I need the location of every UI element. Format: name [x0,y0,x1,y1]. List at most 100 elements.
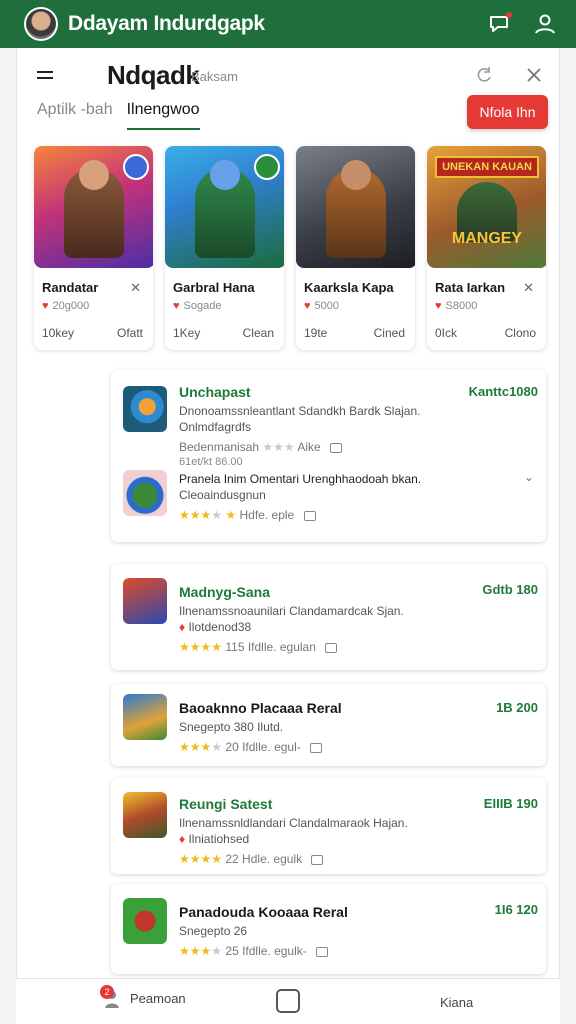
avatar[interactable] [24,7,58,41]
item-rating: ★★★★ 115 Ifdlle. egulan [179,640,338,654]
refresh-icon[interactable] [473,64,495,86]
featured-card[interactable]: Kaarksla Kapa ♥ 5000 19te Cined [296,146,415,350]
item-title: Reungi Satest [179,796,273,812]
list-item[interactable]: Unchapast Kanttc1080 Dnonoamssnleantlant… [123,384,538,464]
close-icon[interactable]: ✕ [130,280,141,296]
star-rating: ★★★★ [179,740,223,754]
featured-right-stat: Cined [373,326,405,340]
square-icon [276,989,300,1013]
item-price: EIIIB 190 [483,796,538,811]
featured-left-stat: 0Ick [435,326,458,340]
featured-left-stat: 19te [304,326,328,340]
featured-meta-value: S8000 [445,300,478,312]
tab-bar: Aptilk -bah Ilnengwoo [37,98,214,132]
list-card[interactable]: Reungi Satest EIIIB 190 Ilnenamssnldland… [111,778,546,874]
notification-dot [506,12,512,18]
app-bar: Ddayam Indurdgapk [0,0,576,48]
list-item[interactable]: Panadouda Kooaaa Reral 1I6 120 Snegepto … [123,896,538,966]
item-description: Ilnenamssnoaunilari Clandamardcak Sjan. [179,604,404,618]
item-rating: ★★★★ 25 Ifdlle. egulk- [179,944,329,958]
star-rating: ★★★★ [179,852,223,866]
item-title: Baoaknno Placaaa Reral [179,700,342,716]
badge-icon [330,442,343,453]
game-art [34,146,153,268]
item-title: Madnyg-Sana [179,584,271,600]
star-rating: ★★★★ [179,640,223,654]
tab-aptilk[interactable]: Aptilk -bah [37,98,113,130]
bottom-navigation: 2 Peamoan Kiana [16,978,560,1024]
nav-badge: 2 [100,985,114,999]
item-rating: ★★★★ ★ Hdfe. eple [179,508,316,522]
item-price: 1B 200 [496,700,538,715]
featured-card[interactable]: Garbral Hana ♥ Sogade 1Key Clean [165,146,284,350]
item-title: Panadouda Kooaaa Reral [179,904,348,920]
main-panel: Ndqadk Baksam Aptilk -bah Ilnengwoo Nfol… [16,48,560,1024]
primary-action-button[interactable]: Nfola Ihn [467,95,548,129]
menu-icon[interactable] [35,68,57,84]
featured-title: Kaarksla Kapa [304,280,394,295]
game-icon [123,792,167,838]
close-icon[interactable] [523,64,545,86]
panel-header: Ndqadk Baksam [17,56,561,96]
item-price: Gdtb 180 [482,582,538,597]
tab-ilnengwoo[interactable]: Ilnengwoo [126,98,200,130]
badge-icon [316,946,329,957]
list-card[interactable]: Baoaknno Placaaa Reral 1B 200 Snegepto 3… [111,684,546,766]
item-title: Unchapast [179,384,251,400]
rating-label: 25 Ifdlle. egulk- [225,944,307,958]
featured-meta: ♥ S8000 [435,300,477,312]
item-description: Ilnenamssnldlandari Clandalmaraok Hajan. [179,816,408,830]
item-description: Snegepto 380 Ilutd. [179,720,284,734]
featured-right-stat: Clono [504,326,536,340]
heart-icon: ♥ [42,300,49,312]
nav-item-home[interactable] [276,989,300,1013]
item-description: Snegepto 26 [179,924,248,938]
user-icon[interactable] [530,9,560,39]
nav-item-right[interactable]: Kiana [440,995,473,1010]
game-icon [123,898,167,944]
star-rating: ★★★★ [179,944,223,958]
featured-row: Randatar ✕ ♥ 20g000 10key Ofatt Garbral H… [34,146,546,350]
nav-label: Kiana [440,995,474,1010]
featured-title: Garbral Hana [173,280,255,295]
game-icon [123,694,167,740]
game-art [165,146,284,268]
star-rating: ★★★ [262,440,295,454]
list-item[interactable]: 61et/kt 86.00 Pranela Inim Omentari Uren… [123,456,538,536]
item-price: Kanttc1080 [468,384,538,399]
featured-right-stat: Clean [242,326,274,340]
list-item[interactable]: Madnyg-Sana Gdtb 180 Ilnenamssnoaunilari… [123,578,538,658]
list-card[interactable]: Panadouda Kooaaa Reral 1I6 120 Snegepto … [111,884,546,974]
featured-meta: ♥ 20g000 [42,300,89,312]
badge-icon [310,742,323,753]
close-icon[interactable]: ✕ [523,280,534,296]
nav-label: Peamoan [130,990,186,1006]
item-price: 1I6 120 [494,902,538,917]
rating-extra: Aike [297,440,321,454]
page-subtitle: Baksam [191,69,238,84]
list-card[interactable]: Madnyg-Sana Gdtb 180 Ilnenamssnoaunilari… [111,564,546,670]
chat-icon[interactable] [484,9,514,39]
rating-label: Bedenmanisah [179,440,260,454]
game-art-banner: UNEKAN KAUAN [435,156,539,178]
game-art: UNEKAN KAUAN MANGEY [427,146,546,268]
featured-card[interactable]: Randatar ✕ ♥ 20g000 10key Ofatt [34,146,153,350]
featured-meta: ♥ 5000 [304,300,339,312]
list-item[interactable]: Reungi Satest EIIIB 190 Ilnenamssnldland… [123,790,538,870]
list-item[interactable]: Baoaknno Placaaa Reral 1B 200 Snegepto 3… [123,694,538,760]
featured-title: Rata Iarkan [435,280,506,295]
item-meta: 61et/kt 86.00 [179,456,243,468]
star-icon: ★ [225,508,237,522]
list-card[interactable]: Unchapast Kanttc1080 Dnonoamssnleantlant… [111,370,546,542]
game-art-logo: MANGEY [451,230,523,247]
badge-icon [303,510,316,521]
featured-card[interactable]: UNEKAN KAUAN MANGEY Rata Iarkan ✕ ♥ S8000… [427,146,546,350]
featured-right-stat: Ofatt [116,326,143,340]
item-rating: Bedenmanisah ★★★ Aike [179,440,343,454]
item-title: Pranela Inim Omentari Urenghhaodoah bkan… [179,472,422,486]
heart-icon: ♥ [435,300,442,312]
nav-item-left[interactable]: 2 Peamoan [100,985,186,1008]
chevron-down-icon[interactable]: ⌄ [524,470,534,484]
badge-icon [311,854,324,865]
game-icon [123,578,167,624]
